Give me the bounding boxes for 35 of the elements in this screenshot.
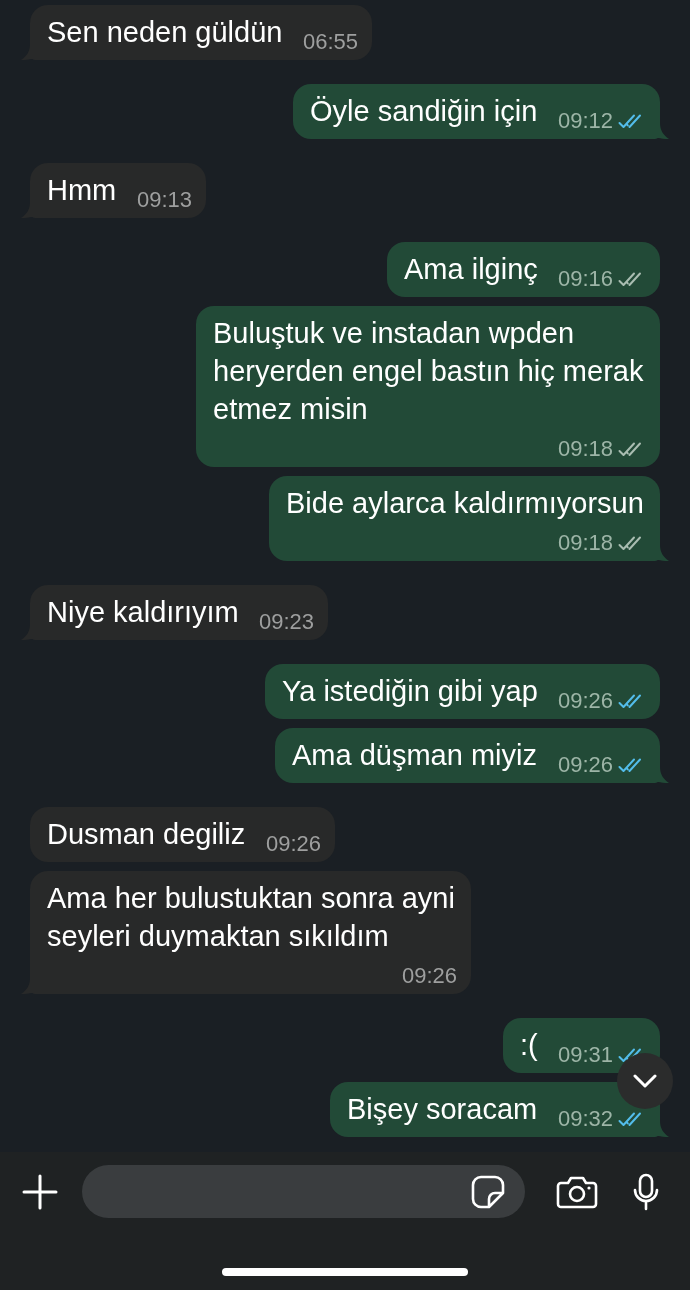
message-time: 06:55 <box>302 31 358 53</box>
message-time: 09:18 <box>557 532 613 554</box>
message-text: Hmm <box>47 173 117 208</box>
message-time: 09:26 <box>557 754 613 776</box>
message-time: 09:12 <box>557 110 613 132</box>
message-time: 09:23 <box>258 611 314 633</box>
message-text: Ama ilginç <box>404 252 538 287</box>
message-time: 09:32 <box>557 1108 613 1130</box>
plus-button[interactable] <box>22 1173 58 1210</box>
message-text: Öyle sandiğin için <box>310 94 538 129</box>
message-time: 09:26 <box>401 965 457 987</box>
message-time: 09:26 <box>265 833 321 855</box>
message-text: Niye kaldırıyım <box>47 595 239 630</box>
message-text: :( <box>520 1028 538 1063</box>
message-time: 09:26 <box>557 690 613 712</box>
message-text: Bişey soracam <box>347 1092 538 1127</box>
message-text: Buluştuk ve instadan wpden heryerden engel bastın hiç merak etmez misin <box>213 316 645 427</box>
message-time: 09:13 <box>136 189 192 211</box>
camera-button[interactable] <box>556 1174 598 1209</box>
chevron-down-icon <box>633 1074 657 1088</box>
message-input[interactable] <box>82 1165 525 1218</box>
message-text: Ama düşman miyiz <box>292 738 537 773</box>
message-text: Ama her bulustuktan sonra ayni seyleri duymaktan sıkıldım <box>47 881 456 954</box>
microphone-button[interactable] <box>632 1172 660 1211</box>
message-text: Sen neden güldün <box>47 15 283 50</box>
sticker-icon[interactable] <box>471 1174 505 1209</box>
microphone-icon <box>632 1172 660 1211</box>
message-time: 09:31 <box>557 1044 613 1066</box>
message-text: Bide aylarca kaldırmıyorsun <box>286 486 644 521</box>
camera-icon <box>556 1174 598 1209</box>
message-time: 09:16 <box>557 268 613 290</box>
plus-icon <box>22 1173 58 1210</box>
message-text: Dusman degiliz <box>47 817 246 852</box>
message-text: Ya istediğin gibi yap <box>282 674 538 709</box>
message-time: 09:18 <box>557 438 613 460</box>
